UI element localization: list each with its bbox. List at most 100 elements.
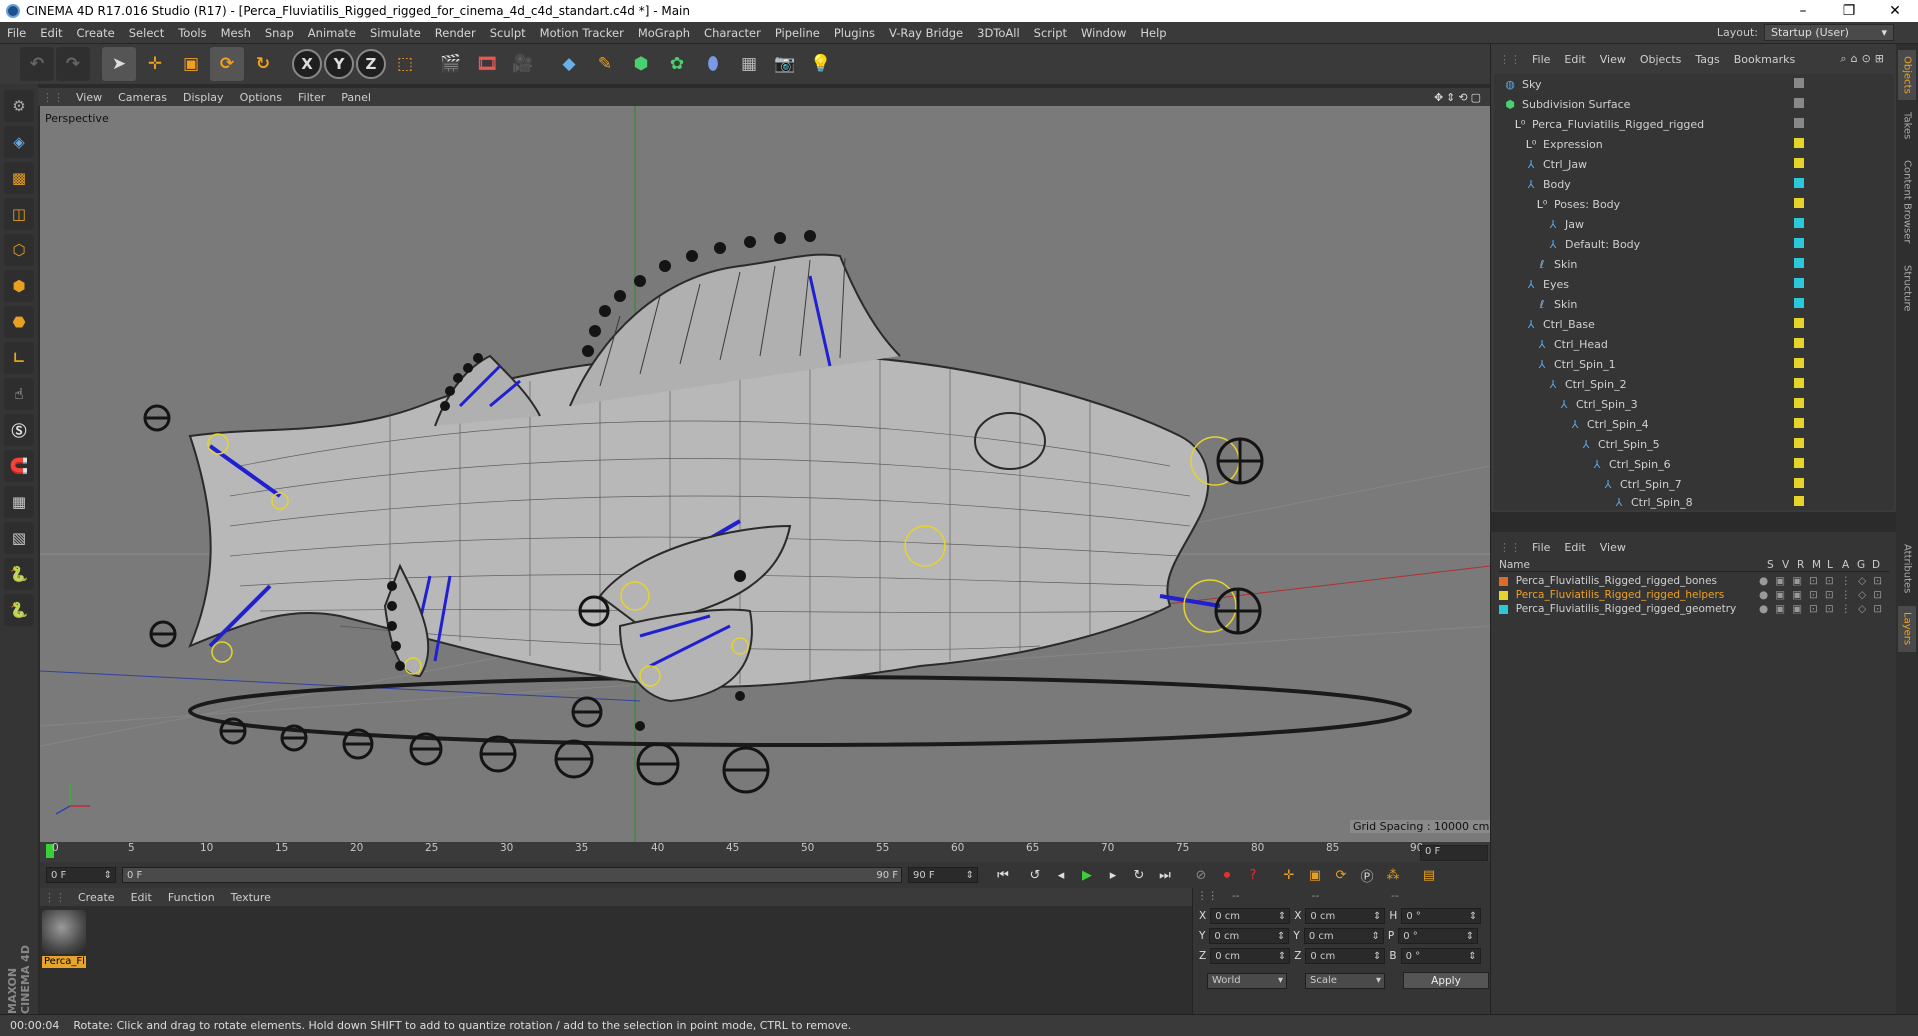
layer-color-swatch[interactable] (1499, 590, 1508, 600)
solo-icon[interactable]: Ⓢ (4, 414, 34, 446)
edit-render-settings-icon[interactable]: 🎥 (506, 47, 540, 81)
object-menu-tags[interactable]: Tags (1688, 53, 1726, 66)
tweak-mode-icon[interactable]: ☝ (4, 378, 34, 410)
axis-mode-icon[interactable]: ∟ (4, 342, 34, 374)
floor-icon[interactable]: ▦ (732, 47, 766, 81)
layer-color-tag[interactable] (1794, 218, 1804, 228)
make-editable-icon[interactable]: ⚙ (4, 90, 34, 122)
size-y-field[interactable]: 0 cm ⇕ (1303, 928, 1384, 944)
play-icon[interactable]: ▶ (1076, 864, 1098, 886)
layer-color-tag[interactable] (1794, 338, 1804, 348)
viewport-3d[interactable] (40, 106, 1490, 842)
z-axis-lock-icon[interactable]: Z (356, 49, 386, 79)
menu-motion-tracker[interactable]: Motion Tracker (533, 26, 631, 40)
object-menu-bookmarks[interactable]: Bookmarks (1727, 53, 1802, 66)
y-axis-lock-icon[interactable]: Y (324, 49, 354, 79)
layer-menu-edit[interactable]: Edit (1557, 541, 1592, 554)
menu-edit[interactable]: Edit (33, 26, 69, 40)
viewport-nav-icons[interactable]: ✥⇕⟲▢ (1434, 91, 1490, 104)
tab-layers[interactable]: Layers (1898, 606, 1916, 652)
layer-color-tag[interactable] (1794, 458, 1804, 468)
maximize-button[interactable]: ❐ (1826, 0, 1872, 22)
menu-window[interactable]: Window (1074, 26, 1133, 40)
menu-render[interactable]: Render (428, 26, 483, 40)
rotate-tool-icon[interactable]: ⟳ (210, 47, 244, 81)
layer-color-tag[interactable] (1794, 198, 1804, 208)
previous-key-icon[interactable]: ↺ (1024, 864, 1046, 886)
edges-mode-icon[interactable]: ⬢ (4, 270, 34, 302)
menu-select[interactable]: Select (122, 26, 171, 40)
layer-color-tag[interactable] (1794, 298, 1804, 308)
menu-help[interactable]: Help (1133, 26, 1173, 40)
menu-create[interactable]: Create (70, 26, 122, 40)
apply-button[interactable]: Apply (1403, 972, 1489, 989)
layer-color-tag[interactable] (1794, 318, 1804, 328)
next-key-icon[interactable]: ↻ (1128, 864, 1150, 886)
menu-vray-bridge[interactable]: V-Ray Bridge (882, 26, 970, 40)
menu-animate[interactable]: Animate (301, 26, 363, 40)
pen-spline-icon[interactable]: ✎ (588, 47, 622, 81)
start-frame-field[interactable]: 0 F ⇕ (46, 867, 116, 883)
rotation-p-field[interactable]: 0 ° ⇕ (1398, 928, 1479, 944)
size-x-field[interactable]: 0 cm ⇕ (1305, 908, 1386, 924)
position-x-field[interactable]: 0 cm ⇕ (1210, 908, 1291, 924)
polygons-mode-icon[interactable]: ⬣ (4, 306, 34, 338)
coordinate-mode-dropdown[interactable]: World ▾ (1207, 972, 1287, 989)
menu-plugins[interactable]: Plugins (827, 26, 882, 40)
layer-color-swatch[interactable] (1499, 576, 1508, 586)
undo-icon[interactable]: ↶ (20, 47, 54, 81)
object-menu-view[interactable]: View (1593, 53, 1633, 66)
viewport-menu-panel[interactable]: Panel (333, 91, 379, 104)
minimize-button[interactable]: – (1780, 0, 1826, 22)
menu-3dtoall[interactable]: 3DToAll (970, 26, 1027, 40)
viewport-menu-filter[interactable]: Filter (290, 91, 333, 104)
autokey-icon[interactable]: ⏺ (1216, 864, 1238, 886)
redo-icon[interactable]: ↷ (56, 47, 90, 81)
key-pla-icon[interactable]: ⁂ (1382, 864, 1404, 886)
menu-script[interactable]: Script (1027, 26, 1074, 40)
menu-character[interactable]: Character (697, 26, 768, 40)
material-menu-create[interactable]: Create (70, 891, 123, 904)
menu-simulate[interactable]: Simulate (363, 26, 428, 40)
material-menu-function[interactable]: Function (160, 891, 223, 904)
menu-tools[interactable]: Tools (171, 26, 213, 40)
scale-tool-icon[interactable]: ▣ (174, 47, 208, 81)
next-frame-icon[interactable]: ▸ (1102, 864, 1124, 886)
camera-icon[interactable]: 📷 (768, 47, 802, 81)
layer-row-geometry[interactable]: Perca_Fluviatilis_Rigged_rigged_geometry… (1499, 602, 1889, 616)
layer-toggle-icons[interactable]: ●▣▣⊡⊡⋮◇⊡ (1759, 603, 1889, 615)
key-position-icon[interactable]: ✛ (1278, 864, 1300, 886)
subdivision-surface-icon[interactable]: ⬢ (624, 47, 658, 81)
size-z-field[interactable]: 0 cm ⇕ (1305, 948, 1386, 964)
points-mode-icon[interactable]: ⬡ (4, 234, 34, 266)
layer-color-tag[interactable] (1794, 118, 1804, 128)
x-axis-lock-icon[interactable]: X (292, 49, 322, 79)
layer-toggle-icons[interactable]: ●▣▣⊡⊡⋮◇⊡ (1759, 589, 1889, 601)
recent-tool-icon[interactable]: ↻ (246, 47, 280, 81)
menu-mograph[interactable]: MoGraph (631, 26, 697, 40)
layer-color-tag[interactable] (1794, 496, 1804, 506)
timeline-ruler[interactable]: 0 5 10 15 20 25 30 35 40 45 50 55 60 65 … (40, 842, 1490, 862)
viewport-menu-options[interactable]: Options (232, 91, 290, 104)
workplane-lock-icon[interactable]: ▦ (4, 486, 34, 518)
timeline-window-icon[interactable]: ▤ (1418, 864, 1440, 886)
python-script-icon[interactable]: 🐍 (4, 594, 34, 626)
layer-color-swatch[interactable] (1499, 604, 1508, 614)
layer-color-tag[interactable] (1794, 378, 1804, 388)
layer-color-tag[interactable] (1794, 78, 1804, 88)
current-frame-field[interactable]: 0 F (1420, 845, 1488, 861)
snap-icon[interactable]: 🧲 (4, 450, 34, 482)
layer-color-tag[interactable] (1794, 398, 1804, 408)
tab-takes[interactable]: Takes (1898, 106, 1916, 146)
go-to-start-icon[interactable]: ⏮ (992, 864, 1014, 886)
python-icon[interactable]: 🐍 (4, 558, 34, 590)
render-picture-viewer-icon[interactable]: 🎞 (470, 47, 504, 81)
render-view-icon[interactable]: 🎬 (434, 47, 468, 81)
search-home-icons[interactable]: ⌕⌂⊙⊞ (1840, 52, 1896, 66)
keyframe-selection-icon[interactable]: ? (1242, 864, 1264, 886)
rotation-h-field[interactable]: 0 ° ⇕ (1401, 908, 1482, 924)
layer-menu-view[interactable]: View (1593, 541, 1633, 554)
deformer-icon[interactable]: ⬮ (696, 47, 730, 81)
key-scale-icon[interactable]: ▣ (1304, 864, 1326, 886)
layer-color-tag[interactable] (1794, 238, 1804, 248)
